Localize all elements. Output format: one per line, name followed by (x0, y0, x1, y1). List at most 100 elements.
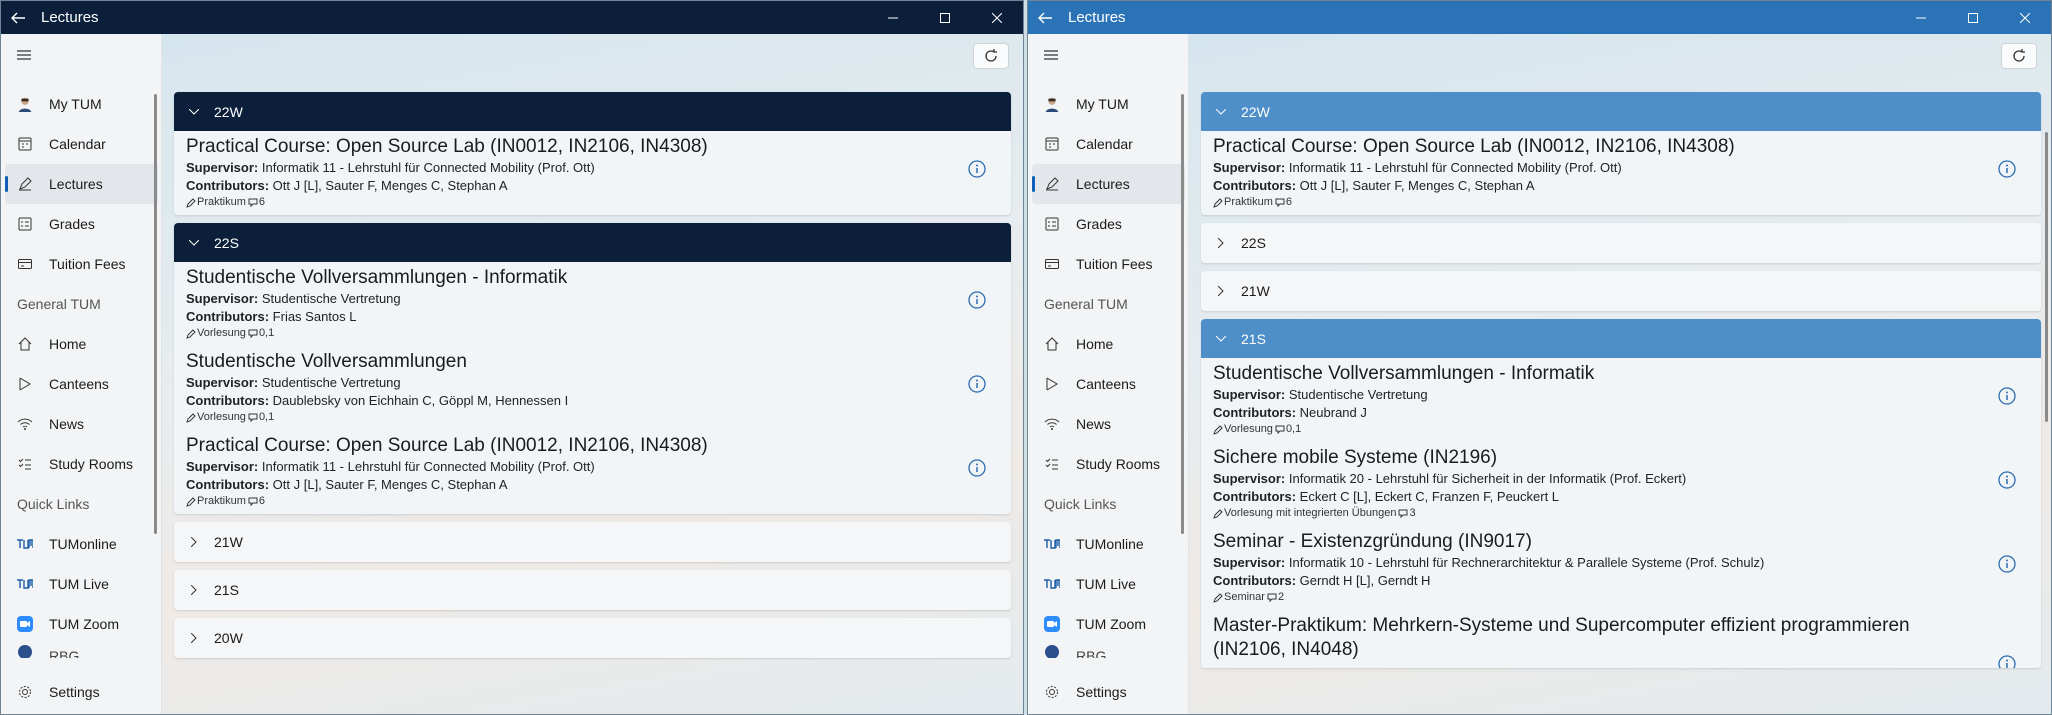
semester-header[interactable]: 22W (174, 92, 1011, 131)
semester-header[interactable]: 21W (1201, 271, 2041, 311)
course-supervisor: Supervisor: Informatik 10 - Lehrstuhl fü… (1213, 554, 1981, 572)
course-item[interactable]: Master-Praktikum: Mehrkern-Systeme und S… (1201, 610, 2041, 668)
nav-item-home[interactable]: Home (1, 324, 162, 364)
nav-label: Canteens (1076, 376, 1136, 392)
info-icon[interactable] (1997, 470, 2017, 490)
nav-item-tumonline[interactable]: TUMonline (1028, 524, 1189, 564)
nav-item-study-rooms[interactable]: Study Rooms (1028, 444, 1189, 484)
maximize-button[interactable] (1947, 1, 1999, 34)
semester-header[interactable]: 21S (174, 570, 1011, 610)
sidebar-scrollbar[interactable] (1181, 94, 1184, 534)
semester-header[interactable]: 22S (1201, 223, 2041, 263)
course-meta: Vorlesung 0,1 (186, 410, 951, 424)
semester-header[interactable]: 22W (1201, 92, 2041, 131)
grades-icon (1044, 216, 1060, 232)
semester-header[interactable]: 22S (174, 223, 1011, 262)
sws-icon (248, 198, 258, 207)
info-icon[interactable] (967, 374, 987, 394)
close-button[interactable] (1999, 1, 2051, 34)
info-icon[interactable] (1997, 386, 2017, 406)
nav-item-lectures[interactable]: Lectures (1032, 164, 1185, 204)
nav-item-tum-zoom[interactable]: TUM Zoom (1028, 604, 1189, 644)
nav-item-tum-zoom[interactable]: TUM Zoom (1, 604, 162, 644)
info-icon[interactable] (967, 159, 987, 179)
nav-label: TUM Zoom (1076, 616, 1146, 632)
pen-icon (186, 197, 196, 208)
semester-header[interactable]: 21W (174, 522, 1011, 562)
hamburger-menu-icon[interactable] (15, 48, 33, 62)
semester-group: 22W Practical Course: Open Source Lab (I… (174, 92, 1011, 215)
nav-item-grades[interactable]: Grades (1028, 204, 1189, 244)
nav-item-lectures[interactable]: Lectures (5, 164, 158, 204)
semester-group: 22S (1201, 223, 2041, 263)
course-supervisor: Supervisor: Informatik 11 - Lehrstuhl fü… (186, 159, 951, 177)
nav-item-tumonline[interactable]: TUMonline (1, 524, 162, 564)
semester-label: 21W (214, 534, 243, 550)
course-title: Practical Course: Open Source Lab (IN001… (1213, 136, 1735, 157)
course-item[interactable]: Studentische Vollversammlungen Superviso… (174, 346, 1011, 430)
chevron-down-icon (1215, 106, 1227, 118)
minimize-button[interactable] (1895, 1, 1947, 34)
semester-header[interactable]: 21S (1201, 319, 2041, 358)
nav-label: Study Rooms (1076, 456, 1161, 472)
calendar-icon (17, 136, 33, 152)
course-type: Vorlesung mit integrierten Übungen (1224, 507, 1397, 519)
semester-header[interactable]: 20W (174, 618, 1011, 658)
content-scrollbar[interactable] (2045, 132, 2048, 422)
course-item[interactable]: Sichere mobile Systeme (IN2196) Supervis… (1201, 442, 2041, 526)
course-item[interactable]: Practical Course: Open Source Lab (IN001… (174, 430, 1011, 514)
course-title: Sichere mobile Systeme (IN2196) (1213, 447, 1498, 468)
nav-item-news[interactable]: News (1, 404, 162, 444)
course-item[interactable]: Studentische Vollversammlungen - Informa… (174, 262, 1011, 346)
course-contributors: Contributors: Ott J [L], Sauter F, Menge… (186, 476, 951, 494)
nav-item-tuition-fees[interactable]: Tuition Fees (1028, 244, 1189, 284)
hamburger-menu-icon[interactable] (1042, 48, 1060, 62)
course-item[interactable]: Practical Course: Open Source Lab (IN001… (174, 131, 1011, 215)
info-icon[interactable] (1997, 554, 2017, 574)
back-button[interactable] (1, 1, 35, 34)
info-icon[interactable] (967, 290, 987, 310)
info-icon[interactable] (1997, 654, 2017, 668)
course-item[interactable]: Seminar - Existenzgründung (IN9017) Supe… (1201, 526, 2041, 610)
supervisor-label: Supervisor: (186, 160, 259, 175)
nav-item-calendar[interactable]: Calendar (1, 124, 162, 164)
nav-item-study-rooms[interactable]: Study Rooms (1, 444, 162, 484)
refresh-button[interactable] (2001, 43, 2037, 69)
nav-item-my-tum[interactable]: My TUM (1028, 84, 1189, 124)
nav-item-grades[interactable]: Grades (1, 204, 162, 244)
refresh-button[interactable] (973, 43, 1009, 69)
course-item[interactable]: Studentische Vollversammlungen - Informa… (1201, 358, 2041, 442)
nav-item-tum-live[interactable]: TUM Live (1, 564, 162, 604)
window-title: Lectures (41, 9, 99, 26)
maximize-button[interactable] (919, 1, 971, 34)
nav-item-my-tum[interactable]: My TUM (1, 84, 162, 124)
minimize-button[interactable] (867, 1, 919, 34)
semester-label: 21W (1241, 283, 1270, 299)
back-button[interactable] (1028, 1, 1062, 34)
nav-item-rbg[interactable]: RBG (1028, 644, 1189, 658)
sidebar-scrollbar[interactable] (154, 94, 157, 534)
semester-group: 22W Practical Course: Open Source Lab (I… (1201, 92, 2041, 215)
nav-item-calendar[interactable]: Calendar (1028, 124, 1189, 164)
info-icon[interactable] (967, 458, 987, 478)
course-item[interactable]: Practical Course: Open Source Lab (IN001… (1201, 131, 2041, 215)
course-supervisor: Supervisor: Studentische Vertretung (1213, 386, 1981, 404)
nav-item-tum-live[interactable]: TUM Live (1028, 564, 1189, 604)
nav-item-canteens[interactable]: Canteens (1028, 364, 1189, 404)
course-title: Studentische Vollversammlungen - Informa… (1213, 363, 1595, 384)
avatar-icon (1044, 96, 1060, 112)
nav-label: Tuition Fees (1076, 256, 1153, 272)
nav-item-tuition-fees[interactable]: Tuition Fees (1, 244, 162, 284)
close-button[interactable] (971, 1, 1023, 34)
nav-item-canteens[interactable]: Canteens (1, 364, 162, 404)
info-icon[interactable] (1997, 159, 2017, 179)
nav-item-home[interactable]: Home (1028, 324, 1189, 364)
nav-item-news[interactable]: News (1028, 404, 1189, 444)
sws-icon (248, 413, 258, 422)
nav-item-settings[interactable]: Settings (1028, 670, 1188, 714)
course-type: Vorlesung (197, 327, 246, 339)
semester-list: 22W Practical Course: Open Source Lab (I… (174, 92, 1011, 666)
nav-item-settings[interactable]: Settings (1, 670, 161, 714)
nav-item-rbg[interactable]: RBG (1, 644, 162, 658)
supervisor-value: Informatik 11 - Lehrstuhl für Connected … (1288, 160, 1622, 175)
